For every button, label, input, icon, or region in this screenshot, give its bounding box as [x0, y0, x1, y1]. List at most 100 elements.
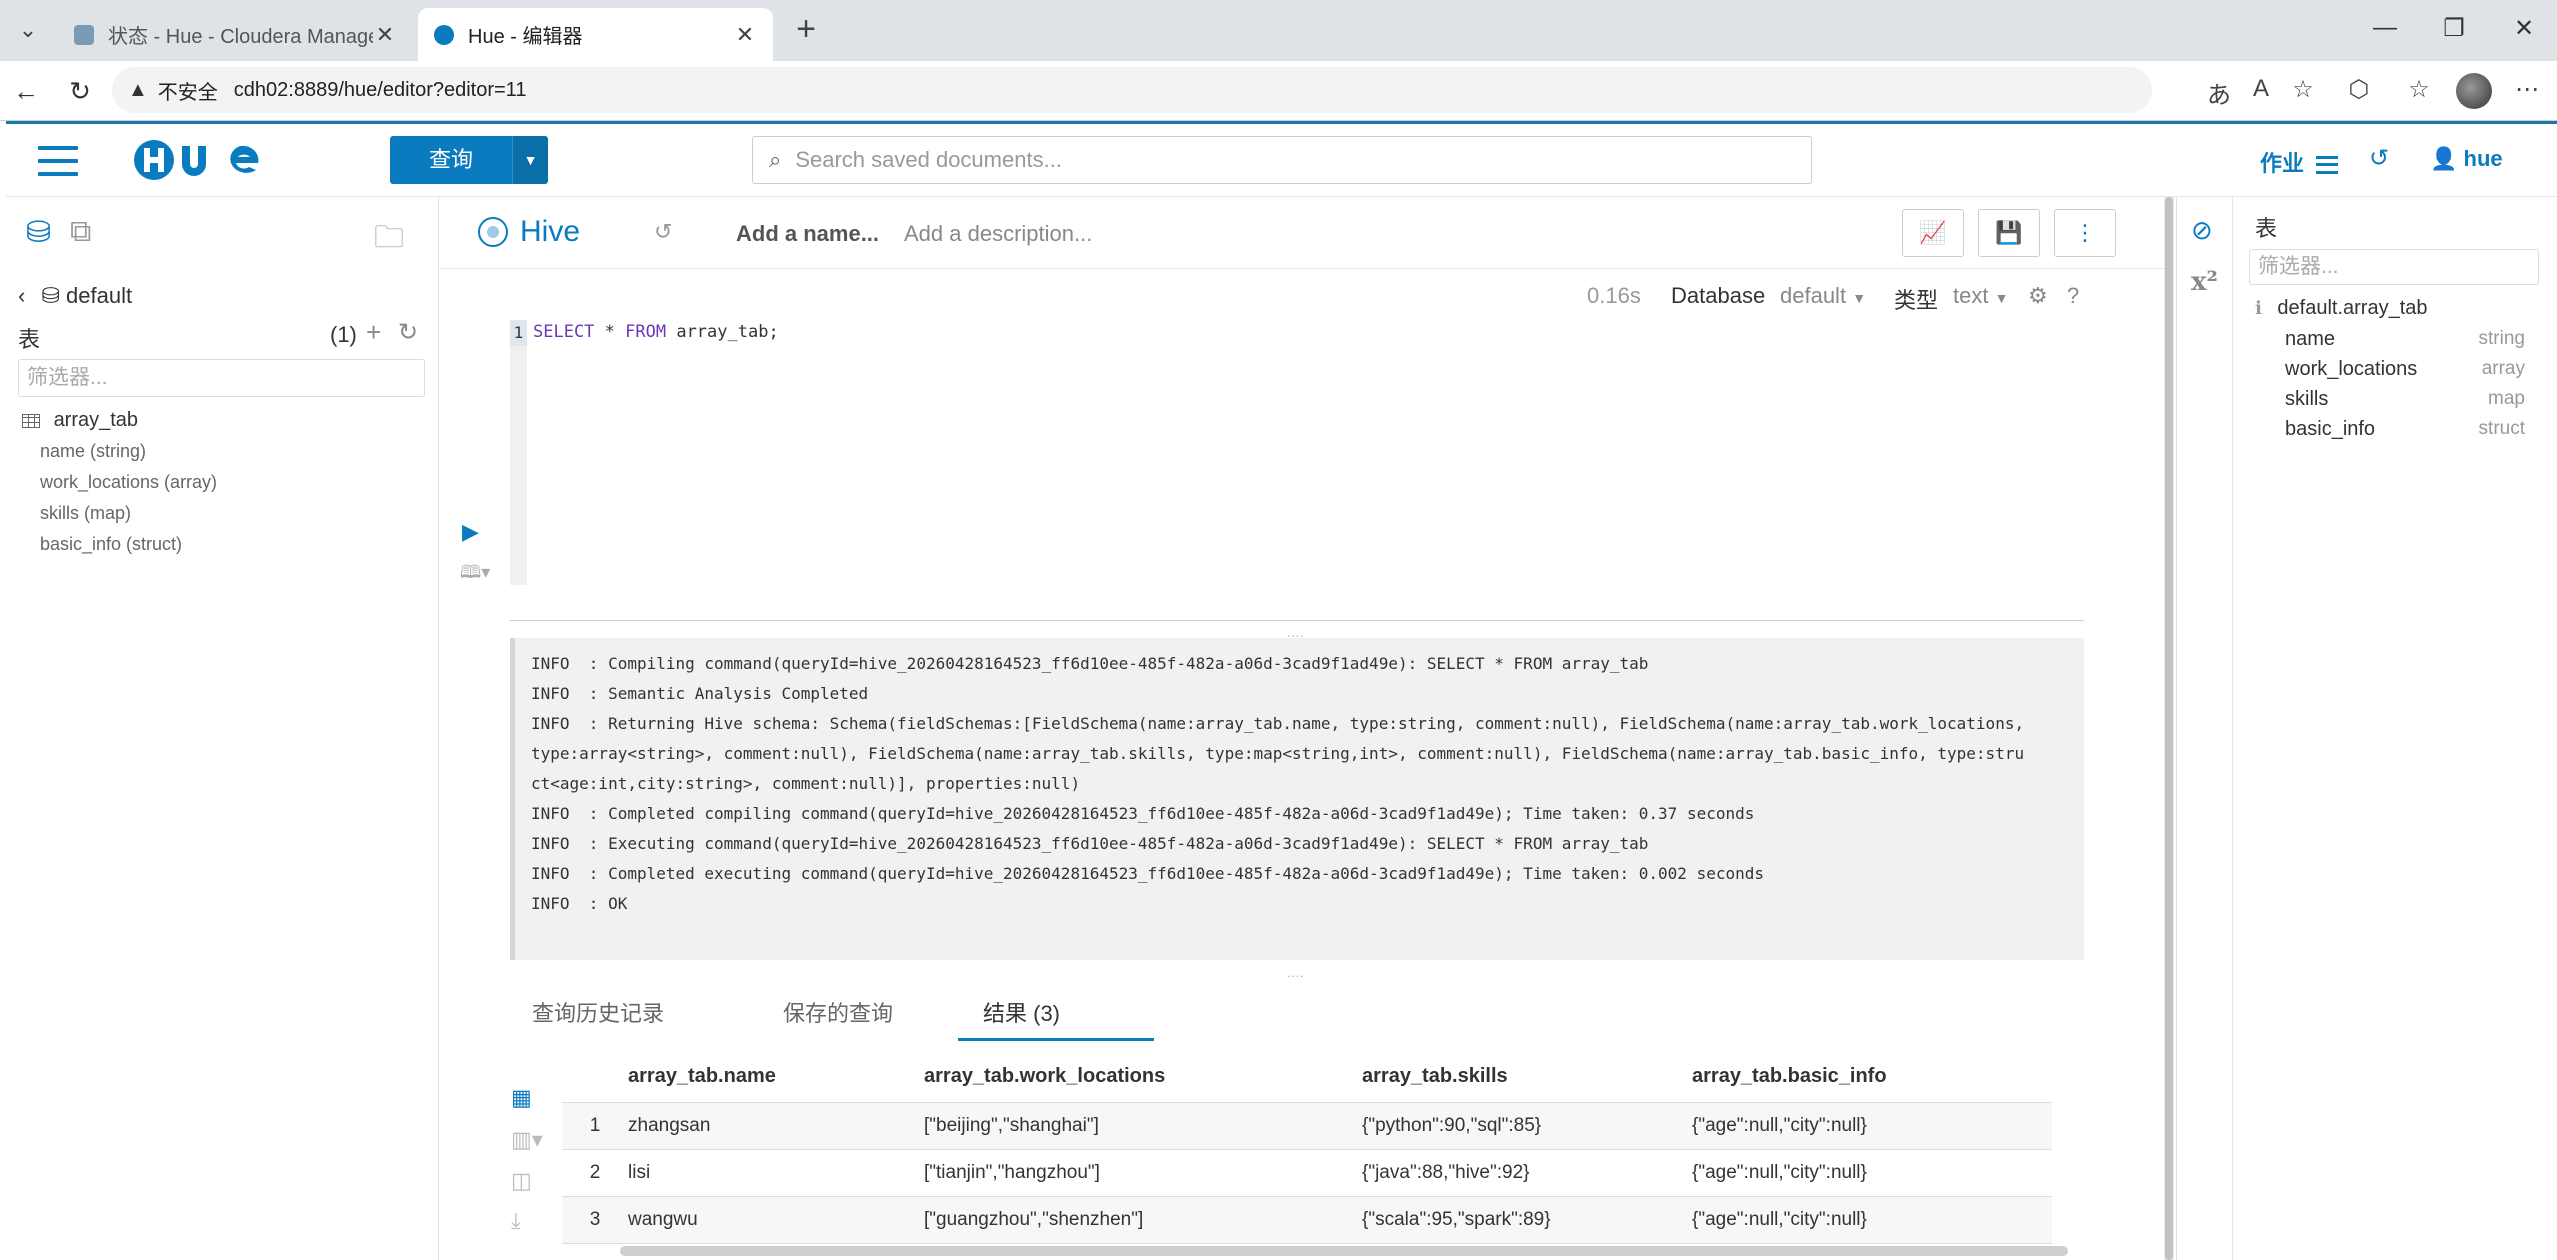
- grid-view-icon[interactable]: ▦: [511, 1085, 532, 1111]
- functions-x2-icon[interactable]: x²: [2191, 267, 2218, 297]
- restore-icon[interactable]: ❐: [2434, 14, 2474, 43]
- main-vertical-scrollbar[interactable]: [2164, 197, 2174, 1260]
- column-header[interactable]: array_tab.work_locations: [924, 1052, 1362, 1103]
- cell[interactable]: ["beijing","shanghai"]: [924, 1102, 1362, 1150]
- column-item[interactable]: name (string): [40, 441, 146, 462]
- reload-icon[interactable]: ↻: [62, 73, 98, 109]
- column-item[interactable]: work_locations (array): [40, 472, 217, 493]
- tab-query-history[interactable]: 查询历史记录: [532, 996, 664, 1028]
- history-icon[interactable]: ↺: [654, 219, 672, 245]
- tab-list-chevron-icon[interactable]: ⌄: [10, 14, 46, 46]
- database-breadcrumb[interactable]: ‹ ⛁ default: [18, 283, 132, 309]
- table-count: (1): [330, 322, 357, 347]
- url-text[interactable]: cdh02:8889/hue/editor?editor=11: [234, 79, 527, 102]
- caret-down-icon[interactable]: ▼: [512, 136, 548, 184]
- cell[interactable]: ["guangzhou","shenzhen"]: [924, 1196, 1362, 1244]
- favorite-star-icon[interactable]: ☆: [2286, 75, 2320, 104]
- warning-triangle-icon[interactable]: ▲: [128, 79, 148, 102]
- cell[interactable]: {"java":88,"hive":92}: [1362, 1149, 1692, 1197]
- table-row[interactable]: 3 wangwu ["guangzhou","shenzhen"] {"scal…: [562, 1196, 2052, 1244]
- chart-view-icon[interactable]: ▥▾: [511, 1127, 543, 1153]
- table-item-array-tab[interactable]: array_tab: [22, 409, 138, 432]
- back-arrow-icon[interactable]: ←: [8, 73, 44, 109]
- chart-icon[interactable]: 📈: [1902, 209, 1964, 257]
- close-icon[interactable]: ✕: [373, 22, 397, 48]
- database-name[interactable]: default: [66, 283, 132, 308]
- cell[interactable]: {"age":null,"city":null}: [1692, 1149, 2052, 1197]
- right-table-item[interactable]: ℹ default.array_tab: [2255, 297, 2428, 320]
- new-tab-plus-icon[interactable]: +: [788, 12, 824, 48]
- favorites-list-icon[interactable]: ☆: [2402, 75, 2436, 104]
- database-icon[interactable]: ⛁: [26, 215, 51, 250]
- read-aloud-icon[interactable]: A: [2244, 75, 2278, 103]
- database-select[interactable]: default ▼: [1780, 283, 1866, 309]
- right-column-item[interactable]: name string: [2285, 328, 2525, 351]
- snippet-book-icon[interactable]: 🕮▾: [460, 560, 490, 590]
- columns-icon[interactable]: ◫: [511, 1168, 532, 1194]
- download-icon[interactable]: ⤓: [511, 1208, 521, 1234]
- column-header[interactable]: array_tab.skills: [1362, 1052, 1692, 1103]
- query-dropdown-button[interactable]: 查询 ▼: [390, 136, 548, 184]
- column-item[interactable]: basic_info (struct): [40, 534, 182, 555]
- cell[interactable]: {"scala":95,"spark":89}: [1362, 1196, 1692, 1244]
- table-row[interactable]: 1 zhangsan ["beijing","shanghai"] {"pyth…: [562, 1102, 2052, 1150]
- search-input[interactable]: [795, 147, 1696, 173]
- cell[interactable]: zhangsan: [628, 1102, 924, 1150]
- compass-icon[interactable]: ⊘: [2191, 215, 2213, 246]
- minimize-icon[interactable]: —: [2365, 14, 2405, 42]
- more-menu-icon[interactable]: ⋯: [2510, 75, 2544, 104]
- history-icon[interactable]: ↺: [2369, 144, 2389, 173]
- horizontal-scrollbar[interactable]: [620, 1246, 2068, 1256]
- type-select[interactable]: text ▼: [1953, 283, 2008, 309]
- cell[interactable]: ["tianjin","hangzhou"]: [924, 1149, 1362, 1197]
- right-column-item[interactable]: skills map: [2285, 388, 2525, 411]
- insecure-label[interactable]: 不安全: [158, 76, 218, 105]
- sql-code-line[interactable]: SELECT * FROM array_tab;: [533, 322, 779, 342]
- search-documents-box[interactable]: ⌕: [752, 136, 1812, 184]
- table-filter-input[interactable]: [18, 359, 425, 397]
- query-description-field[interactable]: Add a description...: [904, 221, 1092, 247]
- help-icon[interactable]: ?: [2067, 283, 2079, 309]
- right-column-item[interactable]: work_locations array: [2285, 358, 2525, 381]
- refresh-icon[interactable]: ↻: [398, 318, 418, 347]
- translate-icon[interactable]: あ: [2202, 75, 2236, 110]
- chevron-left-icon[interactable]: ‹: [18, 283, 25, 308]
- tab-saved-queries[interactable]: 保存的查询: [783, 996, 893, 1028]
- cell[interactable]: wangwu: [628, 1196, 924, 1244]
- resize-grip[interactable]: ....: [1287, 966, 1304, 980]
- right-column-item[interactable]: basic_info struct: [2285, 418, 2525, 441]
- hue-logo[interactable]: [130, 136, 280, 184]
- database-select-value: default: [1780, 283, 1847, 308]
- cell[interactable]: lisi: [628, 1149, 924, 1197]
- cell[interactable]: {"python":90,"sql":85}: [1362, 1102, 1692, 1150]
- browser-tab-hue-editor[interactable]: Hue - 编辑器 ✕: [418, 8, 773, 61]
- query-button[interactable]: 查询: [390, 136, 512, 184]
- column-type: array: [2481, 358, 2525, 379]
- add-table-plus-icon[interactable]: +: [366, 317, 381, 348]
- table-row[interactable]: 2 lisi ["tianjin","hangzhou"] {"java":88…: [562, 1149, 2052, 1197]
- window-close-icon[interactable]: ✕: [2504, 14, 2544, 43]
- extensions-icon[interactable]: ⬡: [2342, 75, 2376, 104]
- profile-avatar[interactable]: [2456, 73, 2492, 109]
- cell[interactable]: {"age":null,"city":null}: [1692, 1102, 2052, 1150]
- jobs-link[interactable]: 作业: [2260, 146, 2339, 178]
- save-icon[interactable]: 💾: [1978, 209, 2040, 257]
- scrollbar-thumb[interactable]: [2165, 197, 2173, 1260]
- user-menu[interactable]: 👤 hue: [2430, 146, 2503, 172]
- execute-play-icon[interactable]: ▶: [462, 519, 479, 545]
- column-item[interactable]: skills (map): [40, 503, 131, 524]
- browser-tab-cloudera[interactable]: 状态 - Hue - Cloudera Manager ✕: [58, 8, 413, 61]
- folder-icon[interactable]: 🗀: [374, 215, 404, 266]
- cell[interactable]: {"age":null,"city":null}: [1692, 1196, 2052, 1244]
- more-vertical-icon[interactable]: ⋮: [2054, 209, 2116, 257]
- url-omnibox[interactable]: ▲ 不安全 cdh02:8889/hue/editor?editor=11: [112, 67, 2152, 113]
- right-filter-input[interactable]: [2249, 249, 2539, 285]
- query-name-field[interactable]: Add a name...: [736, 221, 879, 247]
- hamburger-menu-icon[interactable]: [38, 146, 78, 176]
- close-icon[interactable]: ✕: [733, 22, 757, 48]
- column-header[interactable]: array_tab.name: [628, 1052, 924, 1103]
- documents-icon[interactable]: ⧉: [70, 215, 91, 249]
- gear-icon[interactable]: ⚙: [2028, 283, 2048, 309]
- column-header[interactable]: array_tab.basic_info: [1692, 1052, 2052, 1103]
- tab-results[interactable]: 结果 (3): [983, 996, 1060, 1028]
